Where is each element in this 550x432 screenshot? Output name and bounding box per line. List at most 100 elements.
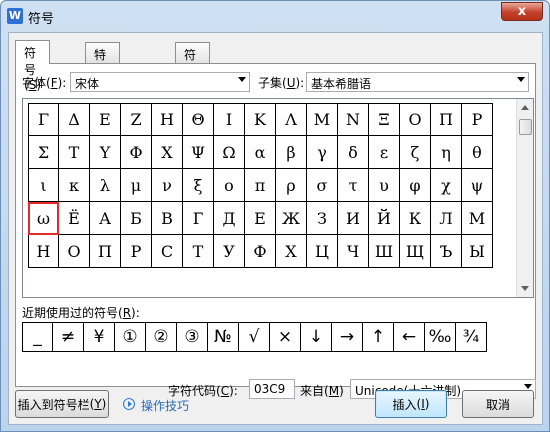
symbol-cell[interactable]: Ω (214, 136, 245, 169)
symbol-cell[interactable]: κ (59, 169, 90, 202)
tab-special-characters[interactable]: 特殊字符(P) (85, 42, 120, 128)
tips-link[interactable]: 操作技巧 (141, 397, 189, 414)
symbol-cell[interactable]: η (431, 136, 462, 169)
symbol-cell[interactable]: З (307, 202, 338, 235)
symbol-cell[interactable]: γ (307, 136, 338, 169)
symbol-cell[interactable]: В (152, 202, 183, 235)
symbol-cell[interactable]: ν (152, 169, 183, 202)
symbol-cell[interactable]: Ё (59, 202, 90, 235)
symbol-cell[interactable]: Ρ (462, 103, 493, 136)
symbol-cell[interactable]: ζ (400, 136, 431, 169)
symbol-cell[interactable]: И (338, 202, 369, 235)
symbol-cell[interactable]: Ξ (369, 103, 400, 136)
symbol-cell[interactable]: τ (338, 169, 369, 202)
insert-to-symbol-bar-button[interactable]: 插入到符号栏(Y) (15, 390, 109, 418)
symbol-cell[interactable]: О (59, 235, 90, 268)
recent-symbol-cell[interactable]: ① (115, 322, 146, 352)
symbol-cell[interactable]: Ъ (431, 235, 462, 268)
symbol-cell[interactable]: π (245, 169, 276, 202)
symbol-cell[interactable]: χ (431, 169, 462, 202)
symbol-cell[interactable]: δ (338, 136, 369, 169)
recent-symbol-cell[interactable]: ② (146, 322, 177, 352)
symbol-cell[interactable]: β (276, 136, 307, 169)
symbol-cell[interactable]: М (462, 202, 493, 235)
symbol-cell[interactable]: Е (245, 202, 276, 235)
symbol-cell[interactable]: Л (431, 202, 462, 235)
recent-symbol-cell[interactable]: № (208, 322, 239, 352)
symbol-cell[interactable]: Ο (400, 103, 431, 136)
symbol-cell[interactable]: σ (307, 169, 338, 202)
recent-symbol-cell[interactable]: ‰ (425, 322, 456, 352)
subset-select[interactable]: 基本希腊语 (306, 72, 529, 92)
recent-symbol-cell[interactable]: ¾ (456, 322, 487, 352)
symbol-cell[interactable]: ε (369, 136, 400, 169)
symbol-cell[interactable]: Х (276, 235, 307, 268)
symbol-cell[interactable]: А (90, 202, 121, 235)
symbol-cell[interactable]: Щ (400, 235, 431, 268)
symbol-cell[interactable]: Ц (307, 235, 338, 268)
scroll-up-icon[interactable] (521, 105, 529, 110)
symbol-cell[interactable]: ξ (183, 169, 214, 202)
char-code-input[interactable]: 03C9 (249, 379, 295, 399)
symbol-cell[interactable]: Т (183, 235, 214, 268)
symbol-cell[interactable]: Ψ (183, 136, 214, 169)
symbol-cell[interactable]: П (90, 235, 121, 268)
font-select[interactable]: 宋体 (70, 72, 250, 92)
symbol-grid-scrollbar[interactable] (516, 99, 533, 297)
symbol-cell[interactable]: Г (183, 202, 214, 235)
recent-symbol-cell[interactable]: ¥ (84, 322, 115, 352)
recent-symbol-cell[interactable]: √ (239, 322, 270, 352)
symbol-cell[interactable]: К (400, 202, 431, 235)
symbol-cell[interactable]: ο (214, 169, 245, 202)
symbol-cell[interactable]: Κ (245, 103, 276, 136)
symbol-cell[interactable]: Γ (28, 103, 59, 136)
symbol-cell[interactable]: Б (121, 202, 152, 235)
symbol-cell[interactable]: С (152, 235, 183, 268)
symbol-cell[interactable]: ι (28, 169, 59, 202)
symbol-cell[interactable]: Π (431, 103, 462, 136)
symbol-cell[interactable]: Η (152, 103, 183, 136)
symbol-cell[interactable]: Ζ (121, 103, 152, 136)
symbol-cell[interactable]: ρ (276, 169, 307, 202)
symbol-cell[interactable]: Υ (90, 136, 121, 169)
scrollbar-thumb[interactable] (519, 119, 532, 135)
scroll-down-icon[interactable] (521, 286, 529, 291)
recent-symbol-cell[interactable]: ↑ (363, 322, 394, 352)
symbol-cell[interactable]: ψ (462, 169, 493, 202)
symbol-cell[interactable]: Φ (121, 136, 152, 169)
symbol-cell[interactable]: υ (369, 169, 400, 202)
symbol-cell[interactable]: μ (121, 169, 152, 202)
recent-symbol-cell[interactable]: _ (22, 322, 53, 352)
recent-symbol-cell[interactable]: → (332, 322, 363, 352)
symbol-cell[interactable]: Ч (338, 235, 369, 268)
recent-symbol-cell[interactable]: ← (394, 322, 425, 352)
tab-symbol-bar[interactable]: 符号栏(T) (175, 42, 210, 111)
symbol-cell[interactable]: Λ (276, 103, 307, 136)
recent-symbol-cell[interactable]: ↓ (301, 322, 332, 352)
symbol-cell[interactable]: Μ (307, 103, 338, 136)
symbol-cell[interactable]: У (214, 235, 245, 268)
symbol-cell[interactable]: Ш (369, 235, 400, 268)
symbol-cell[interactable]: Ε (90, 103, 121, 136)
symbol-cell[interactable]: Ж (276, 202, 307, 235)
close-button[interactable]: x (501, 2, 543, 21)
symbol-cell[interactable]: φ (400, 169, 431, 202)
insert-button[interactable]: 插入(I) (375, 390, 447, 418)
symbol-cell[interactable]: Д (214, 202, 245, 235)
symbol-cell[interactable]: Δ (59, 103, 90, 136)
symbol-cell[interactable]: ω (28, 202, 59, 235)
symbol-cell[interactable]: Н (28, 235, 59, 268)
symbol-cell[interactable]: α (245, 136, 276, 169)
symbol-cell[interactable]: λ (90, 169, 121, 202)
symbol-cell[interactable]: Ы (462, 235, 493, 268)
recent-symbol-cell[interactable]: × (270, 322, 301, 352)
symbol-cell[interactable]: θ (462, 136, 493, 169)
play-circle-icon[interactable] (123, 398, 135, 410)
symbol-cell[interactable]: Р (121, 235, 152, 268)
tab-symbols[interactable]: 符号(S) (15, 40, 50, 92)
symbol-cell[interactable]: Θ (183, 103, 214, 136)
symbol-cell[interactable]: Й (369, 202, 400, 235)
symbol-cell[interactable]: Ф (245, 235, 276, 268)
symbol-cell[interactable]: Χ (152, 136, 183, 169)
recent-symbol-cell[interactable]: ③ (177, 322, 208, 352)
